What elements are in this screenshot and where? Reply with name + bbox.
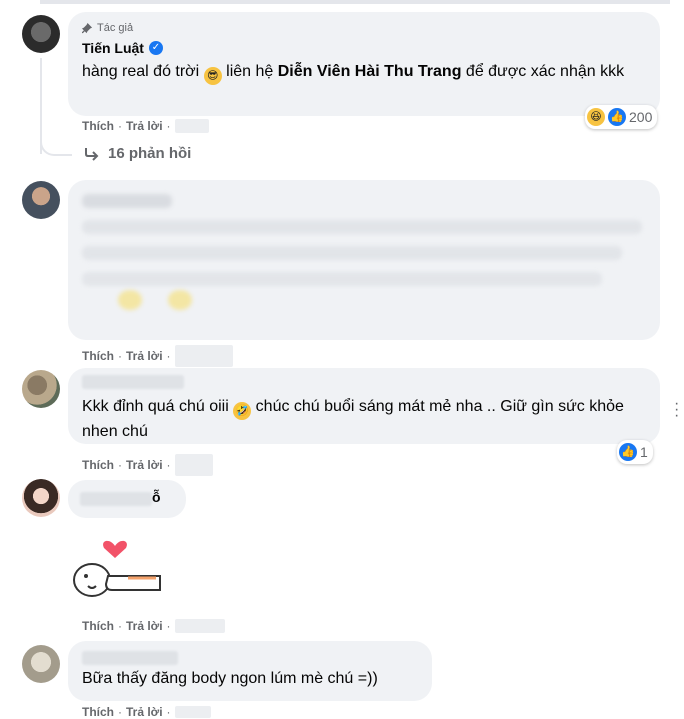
reaction-count: 1 <box>640 444 648 460</box>
timestamp-redacted <box>174 345 233 367</box>
sticker-image[interactable] <box>68 528 168 608</box>
comment-text: Kkk đỉnh quá chú oiii 🤣 chúc chú buổi sá… <box>82 395 652 444</box>
comment-actions: Thích · Trả lời · <box>82 619 225 633</box>
avatar[interactable] <box>22 645 60 683</box>
redacted-name <box>80 492 152 506</box>
redacted-text <box>82 272 602 286</box>
reaction-summary[interactable]: 👍 1 <box>617 440 653 464</box>
heart-icon <box>103 540 127 558</box>
like-link[interactable]: Thích <box>82 119 114 133</box>
comment-text-part: Kkk đỉnh quá chú oiii <box>82 398 229 415</box>
timestamp-redacted <box>174 619 225 633</box>
timestamp-redacted <box>174 454 213 476</box>
like-reaction-icon: 👍 <box>619 443 637 461</box>
reaction-summary[interactable]: 😆 👍 200 <box>585 105 658 129</box>
comment-text-part: để được xác nhận kkk <box>461 63 625 80</box>
reply-link[interactable]: Trả lời <box>126 458 163 472</box>
sunglasses-emoji: 😎 <box>203 67 222 85</box>
reply-link[interactable]: Trả lời <box>126 119 163 133</box>
comment-actions: Thích · Trả lời · <box>82 119 209 133</box>
comment-text-part: hàng real đó trời <box>82 63 200 80</box>
comment-text-part: liên hệ <box>221 63 278 80</box>
comment-actions: Thích · Trả lời · <box>82 454 213 476</box>
author-badge-label: Tác giả <box>97 22 134 34</box>
commenter-name[interactable]: Tiến Luật ✓ <box>82 40 163 56</box>
redacted-emoji <box>118 290 142 310</box>
like-link[interactable]: Thích <box>82 705 114 719</box>
avatar[interactable] <box>22 15 60 53</box>
like-link[interactable]: Thích <box>82 349 114 363</box>
view-replies-link[interactable]: 16 phản hồi <box>84 145 191 162</box>
comment-text: hàng real đó trời 😎 liên hệ Diễn Viên Hà… <box>82 60 642 85</box>
reply-arrow-icon <box>85 147 99 161</box>
redacted-name <box>82 375 184 389</box>
redacted-name <box>82 651 178 665</box>
like-link[interactable]: Thích <box>82 619 114 633</box>
comment-text: Bữa thấy đăng body ngon lúm mè chú =)) <box>82 670 378 687</box>
redacted-name <box>82 194 172 208</box>
avatar[interactable] <box>22 370 60 408</box>
avatar[interactable] <box>22 479 60 517</box>
more-options-icon[interactable]: · · · <box>674 396 679 424</box>
timestamp-redacted <box>174 706 211 718</box>
comment-actions: Thích · Trả lời · <box>82 345 233 367</box>
rofl-emoji: 🤣 <box>233 402 252 420</box>
redacted-emoji <box>168 290 192 310</box>
reply-link[interactable]: Trả lời <box>126 619 163 633</box>
comment-actions: Thích · Trả lời · <box>82 705 211 719</box>
comment-name-bubble: ỗ <box>68 480 186 518</box>
redacted-text <box>82 220 642 234</box>
reply-link[interactable]: Trả lời <box>126 349 163 363</box>
previous-comment-edge <box>40 0 670 4</box>
replies-count[interactable]: 16 phản hồi <box>108 145 191 162</box>
like-reaction-icon: 👍 <box>608 108 626 126</box>
timestamp-redacted <box>174 119 209 133</box>
reaction-count: 200 <box>629 109 653 125</box>
author-badge: Tác giả <box>82 22 133 34</box>
avatar[interactable] <box>22 181 60 219</box>
mentioned-user[interactable]: Diễn Viên Hài Thu Trang <box>278 63 462 80</box>
pin-icon <box>82 22 93 33</box>
reply-link[interactable]: Trả lời <box>126 705 163 719</box>
verified-icon: ✓ <box>148 41 163 55</box>
redacted-text <box>82 246 622 260</box>
comment-bubble-redacted <box>68 180 660 340</box>
commenter-name-text[interactable]: Tiến Luật <box>82 40 144 56</box>
thread-curve <box>40 130 72 156</box>
like-link[interactable]: Thích <box>82 458 114 472</box>
name-fragment: ỗ <box>152 489 161 505</box>
haha-reaction-icon: 😆 <box>587 108 605 126</box>
